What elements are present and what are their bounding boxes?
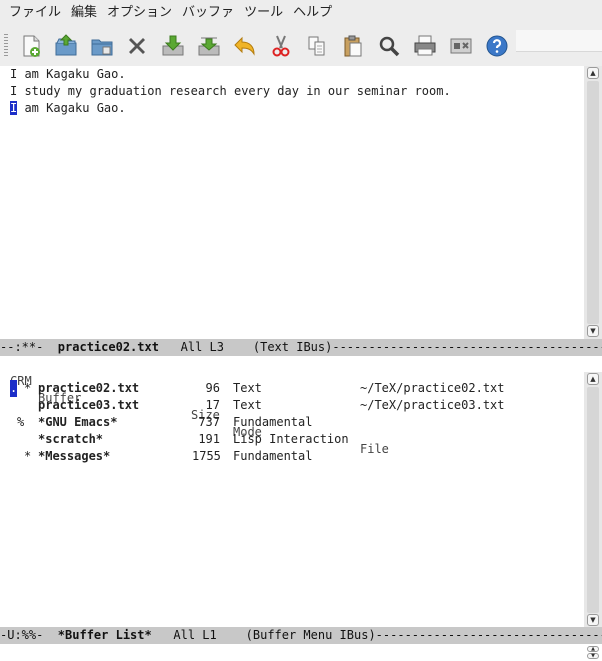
mode-line-buffer-name: practice02.txt — [57, 340, 159, 354]
new-file-icon — [23, 35, 40, 57]
minibuffer[interactable]: ▲ ▼ — [0, 644, 602, 661]
buffer-name: *GNU Emacs* — [38, 415, 118, 429]
menu-buffers[interactable]: バッファ — [177, 0, 239, 26]
scroll-up-arrow-icon[interactable]: ▲ — [587, 67, 599, 79]
buffer-mode: Lisp Interaction — [233, 432, 349, 446]
open-directory-icon — [91, 39, 113, 56]
buffer-size: 737 — [198, 415, 220, 429]
toolbar-overflow-area — [516, 30, 602, 52]
preferences-button[interactable] — [448, 33, 474, 59]
search-icon — [379, 36, 400, 57]
cut-icon — [272, 35, 290, 57]
scroll-down-arrow-icon[interactable]: ▼ — [587, 653, 599, 659]
table-row[interactable]: practice03.txt 17 Text ~/TeX/practice03.txt — [10, 397, 580, 414]
scroll-up-arrow-icon[interactable]: ▲ — [587, 646, 599, 652]
menu-help[interactable]: ヘルプ — [288, 0, 337, 26]
buffer-size: 191 — [198, 432, 220, 446]
editor-line: I am Kagaku Gao. — [10, 67, 126, 81]
crm-current-flag: . — [10, 380, 18, 397]
buffer-name: practice02.txt — [38, 381, 140, 395]
table-row[interactable]: . * practice02.txt 96 Text ~/TeX/practice02.t… — [10, 380, 580, 397]
cut-button[interactable] — [268, 33, 294, 59]
menu-tools[interactable]: ツール — [239, 0, 288, 26]
undo-icon — [234, 36, 255, 56]
open-directory-button[interactable] — [89, 33, 115, 59]
crm-modified-flag: * — [24, 449, 32, 463]
crm-modified-flag: * — [24, 381, 32, 395]
buffer-list-window[interactable]: CRM Buffer Size Mode File . * practice02.t… — [0, 356, 602, 627]
buffer-file: ~/TeX/practice03.txt — [360, 398, 505, 412]
help-button[interactable] — [484, 33, 510, 59]
print-icon — [414, 35, 436, 56]
scroll-up-arrow-icon[interactable]: ▲ — [587, 373, 599, 385]
save-button[interactable] — [160, 33, 186, 59]
open-file-icon — [55, 34, 77, 56]
buffer-name: *Messages* — [38, 449, 111, 463]
minibuffer-scrollbar[interactable]: ▲ ▼ — [584, 644, 602, 661]
toolbar — [0, 26, 602, 66]
help-icon — [486, 35, 508, 57]
crm-readonly-flag: % — [17, 415, 25, 429]
mode-line-buffer-list: -U:%%- *Buffer List* All L1 (Buffer Menu… — [0, 627, 602, 644]
table-row[interactable]: * *Messages* 1755 Fundamental — [10, 448, 580, 465]
buffer-size: 1755 — [192, 449, 221, 463]
mode-line-status: -U:%%- — [0, 628, 58, 642]
toolbar-grip[interactable] — [4, 34, 8, 58]
buffer-file: ~/TeX/practice02.txt — [360, 381, 505, 395]
table-row[interactable]: *scratch* 191 Lisp Interaction — [10, 431, 580, 448]
table-row[interactable]: % *GNU Emacs* 737 Fundamental — [10, 414, 580, 431]
scroll-down-arrow-icon[interactable]: ▼ — [587, 614, 599, 626]
menu-bar: ファイル 編集 オプション バッファ ツール ヘルプ — [0, 0, 602, 26]
editor-line-current: I am Kagaku Gao. — [10, 100, 451, 117]
editor-scrollbar[interactable]: ▲ ▼ — [584, 66, 602, 339]
print-button[interactable] — [412, 33, 438, 59]
editor-scrollbar-thumb[interactable] — [587, 81, 599, 324]
editor-window[interactable]: I am Kagaku Gao. I study my graduation r… — [0, 66, 602, 339]
buffer-name: practice03.txt — [38, 398, 140, 412]
buffer-mode: Text — [233, 398, 262, 412]
undo-button[interactable] — [232, 33, 258, 59]
mode-line-buffer-name: *Buffer List* — [57, 628, 152, 642]
buffer-mode: Fundamental — [233, 415, 313, 429]
editor-text[interactable]: I am Kagaku Gao. I study my graduation r… — [10, 66, 451, 117]
editor-line: I study my graduation research every day… — [10, 84, 451, 98]
copy-icon — [308, 36, 325, 56]
copy-button[interactable] — [304, 33, 330, 59]
buffer-name: *scratch* — [38, 432, 104, 446]
buffer-mode: Text — [233, 381, 262, 395]
mode-line-info: All L1 (Buffer Menu IBus)---------------… — [151, 628, 602, 642]
scroll-down-arrow-icon[interactable]: ▼ — [587, 325, 599, 337]
open-file-button[interactable] — [53, 33, 79, 59]
buffer-list-header: CRM Buffer Size Mode File — [10, 356, 580, 456]
save-as-button[interactable] — [196, 33, 222, 59]
close-buffer-button[interactable] — [124, 33, 150, 59]
editor-line-rest: am Kagaku Gao. — [17, 101, 126, 115]
save-icon — [162, 35, 184, 56]
buffer-mode: Fundamental — [233, 449, 313, 463]
paste-icon — [344, 35, 362, 57]
buffer-list: CRM Buffer Size Mode File . * practice02.t… — [0, 356, 584, 627]
buffer-size: 17 — [205, 398, 220, 412]
mode-line: --:**- practice02.txt All L3 (Text IBus)… — [0, 339, 602, 356]
menu-edit[interactable]: 編集 — [66, 0, 102, 26]
search-button[interactable] — [376, 33, 402, 59]
buffer-list-scrollbar[interactable]: ▲ ▼ — [584, 372, 602, 627]
preferences-icon — [450, 38, 472, 54]
paste-button[interactable] — [340, 33, 366, 59]
save-as-icon — [198, 37, 220, 56]
buffer-list-scrollbar-thumb[interactable] — [587, 387, 599, 613]
mode-line-status: --:**- — [0, 340, 58, 354]
menu-options[interactable]: オプション — [102, 0, 177, 26]
buffer-size: 96 — [205, 381, 220, 395]
mode-line-info: All L3 (Text IBus)----------------------… — [158, 340, 602, 354]
menu-file[interactable]: ファイル — [4, 0, 66, 26]
new-file-button[interactable] — [18, 33, 44, 59]
close-buffer-icon — [129, 38, 145, 54]
